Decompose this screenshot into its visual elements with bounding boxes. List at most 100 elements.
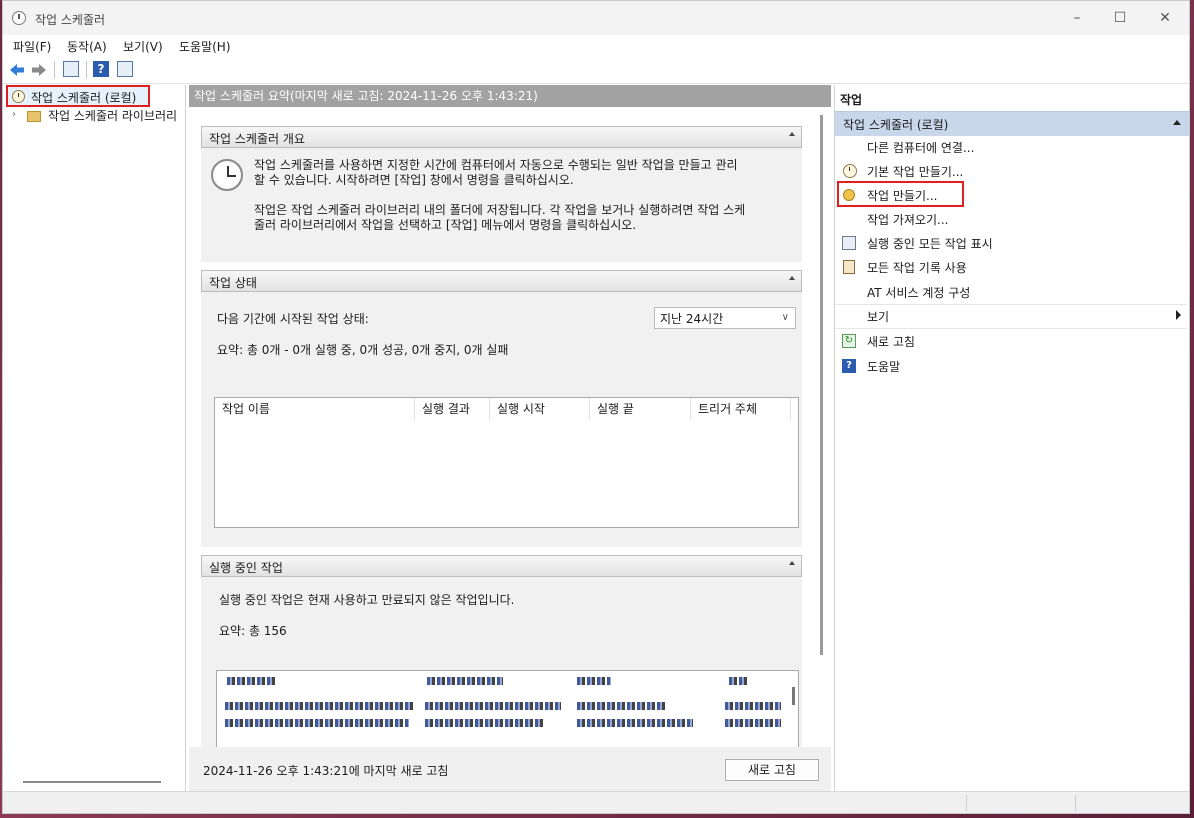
task-scheduler-clock-icon bbox=[12, 11, 26, 25]
period-dropdown-value: 지난 24시간 bbox=[660, 312, 724, 326]
blurred-cell bbox=[729, 677, 749, 685]
running-tasks-description: 실행 중인 작업은 현재 사용하고 만료되지 않은 작업입니다. bbox=[219, 593, 515, 607]
menu-view[interactable]: 보기(V) bbox=[123, 38, 163, 55]
blurred-cell bbox=[227, 677, 277, 685]
menu-file[interactable]: 파일(F) bbox=[13, 38, 51, 55]
blurred-cell bbox=[577, 719, 693, 727]
action-at-service-account[interactable]: AT 서비스 계정 구성 bbox=[835, 280, 1189, 304]
summary-body: 작업 스케줄러 개요 작업 스케줄러를 사용하면 지정한 시간에 컴퓨터에서 자… bbox=[189, 107, 813, 747]
refresh-icon: ↻ bbox=[842, 334, 856, 348]
blurred-cell bbox=[427, 677, 503, 685]
title-bar: 작업 스케줄러 – ☐ ✕ bbox=[3, 1, 1189, 35]
submenu-arrow-icon bbox=[1176, 310, 1181, 320]
action-create-basic-task[interactable]: 기본 작업 만들기... bbox=[835, 159, 1189, 183]
minimize-button[interactable]: – bbox=[1066, 7, 1088, 29]
summary-pane: 작업 스케줄러 요약(마지막 새로 고침: 2024-11-26 오후 1:43… bbox=[189, 85, 831, 791]
blurred-cell bbox=[577, 677, 611, 685]
status-bar-divider bbox=[966, 795, 967, 811]
chevron-down-icon: ∨ bbox=[781, 312, 789, 323]
collapse-icon[interactable] bbox=[789, 561, 795, 565]
running-tasks-icon bbox=[842, 236, 856, 250]
section-title: 실행 중인 작업 bbox=[209, 561, 283, 575]
scheduler-clock-icon bbox=[211, 159, 243, 191]
task-status-section: 작업 상태 다음 기간에 시작된 작업 상태: 지난 24시간 ∨ 요약: 총 … bbox=[201, 270, 802, 547]
section-title: 작업 상태 bbox=[209, 276, 257, 290]
horizontal-scrollbar[interactable] bbox=[23, 781, 161, 783]
column-header-result[interactable]: 실행 결과 bbox=[415, 398, 490, 420]
clock-icon bbox=[12, 90, 25, 103]
status-summary: 요약: 총 0개 - 0개 실행 중, 0개 성공, 0개 중지, 0개 실패 bbox=[217, 343, 509, 357]
column-header-task-name[interactable]: 작업 이름 bbox=[215, 398, 415, 420]
column-header-end[interactable]: 실행 끝 bbox=[590, 398, 691, 420]
task-status-table: 작업 이름 실행 결과 실행 시작 실행 끝 트리거 주체 bbox=[214, 397, 799, 528]
action-import-task[interactable]: 작업 가져오기... bbox=[835, 207, 1189, 231]
refresh-button[interactable]: 새로 고침 bbox=[725, 759, 819, 781]
action-refresh[interactable]: ↻ 새로 고침 bbox=[835, 329, 1189, 353]
back-arrow-icon[interactable] bbox=[8, 61, 26, 79]
running-tasks-section: 실행 중인 작업 실행 중인 작업은 현재 사용하고 만료되지 않은 작업입니다… bbox=[201, 555, 802, 747]
expand-chevron-icon[interactable]: › bbox=[12, 109, 16, 120]
period-dropdown[interactable]: 지난 24시간 ∨ bbox=[654, 307, 796, 329]
overview-paragraph-2: 작업은 작업 스케줄러 라이브러리 내의 폴더에 저장됩니다. 각 작업을 보거… bbox=[254, 203, 746, 232]
last-refresh-text: 2024-11-26 오후 1:43:21에 마지막 새로 고침 bbox=[203, 764, 449, 778]
help-icon[interactable]: ? bbox=[93, 61, 109, 77]
toolbar-separator bbox=[54, 61, 55, 79]
blurred-cell bbox=[225, 702, 413, 710]
tree-item-task-scheduler-local[interactable]: 작업 스케줄러 (로컬) bbox=[6, 85, 150, 107]
collapse-up-icon[interactable] bbox=[1173, 120, 1181, 125]
overview-section-header[interactable]: 작업 스케줄러 개요 bbox=[201, 126, 802, 148]
action-label: 작업 가져오기... bbox=[867, 213, 949, 227]
actions-group-label: 작업 스케줄러 (로컬) bbox=[843, 118, 949, 132]
highlight-box bbox=[837, 181, 964, 207]
column-header-start[interactable]: 실행 시작 bbox=[490, 398, 590, 420]
menu-action[interactable]: 동작(A) bbox=[67, 38, 107, 55]
show-hide-action-pane-icon[interactable] bbox=[117, 61, 133, 77]
table-scrollbar-thumb[interactable] bbox=[792, 687, 795, 705]
maximize-button[interactable]: ☐ bbox=[1109, 7, 1131, 29]
running-tasks-section-header[interactable]: 실행 중인 작업 bbox=[201, 555, 802, 577]
summary-header: 작업 스케줄러 요약(마지막 새로 고침: 2024-11-26 오후 1:43… bbox=[189, 85, 831, 107]
period-label: 다음 기간에 시작된 작업 상태: bbox=[217, 312, 369, 326]
history-icon bbox=[843, 260, 855, 274]
collapse-icon[interactable] bbox=[789, 276, 795, 280]
blurred-cell bbox=[425, 719, 545, 727]
action-label: 실행 중인 모든 작업 표시 bbox=[867, 237, 993, 251]
overview-section: 작업 스케줄러 개요 작업 스케줄러를 사용하면 지정한 시간에 컴퓨터에서 자… bbox=[201, 126, 802, 262]
action-label: AT 서비스 계정 구성 bbox=[867, 286, 971, 300]
action-connect-computer[interactable]: 다른 컴퓨터에 연결... bbox=[835, 135, 1189, 159]
action-show-running-tasks[interactable]: 실행 중인 모든 작업 표시 bbox=[835, 231, 1189, 255]
column-header-trigger[interactable]: 트리거 주체 bbox=[691, 398, 791, 420]
task-status-section-header[interactable]: 작업 상태 bbox=[201, 270, 802, 292]
blurred-cell bbox=[225, 719, 409, 727]
running-tasks-table bbox=[216, 670, 799, 747]
actions-title: 작업 bbox=[840, 93, 863, 107]
blurred-cell bbox=[725, 702, 781, 710]
overview-paragraph-1: 작업 스케줄러를 사용하면 지정한 시간에 컴퓨터에서 자동으로 수행되는 일반… bbox=[254, 158, 738, 187]
menu-help[interactable]: 도움말(H) bbox=[179, 38, 231, 55]
action-label: 새로 고침 bbox=[867, 335, 915, 349]
action-label: 보기 bbox=[867, 310, 890, 324]
forward-arrow-icon[interactable] bbox=[30, 61, 48, 79]
basic-task-icon bbox=[843, 164, 857, 178]
action-help[interactable]: ? 도움말 bbox=[835, 354, 1189, 378]
toolbar-separator bbox=[86, 61, 87, 79]
collapse-icon[interactable] bbox=[789, 132, 795, 136]
menu-bar: 파일(F) 동작(A) 보기(V) 도움말(H) bbox=[3, 35, 1189, 57]
close-button[interactable]: ✕ bbox=[1154, 7, 1176, 29]
blurred-cell bbox=[577, 702, 667, 710]
action-enable-history[interactable]: 모든 작업 기록 사용 bbox=[835, 255, 1189, 279]
section-title: 작업 스케줄러 개요 bbox=[209, 132, 305, 146]
actions-group-header[interactable]: 작업 스케줄러 (로컬) bbox=[835, 111, 1189, 136]
action-label: 도움말 bbox=[867, 360, 901, 374]
action-view[interactable]: 보기 bbox=[835, 304, 1189, 328]
toolbar: ? bbox=[3, 57, 1189, 84]
window-title: 작업 스케줄러 bbox=[35, 13, 106, 27]
tree-item-library[interactable]: 작업 스케줄러 라이브러리 bbox=[48, 107, 182, 124]
show-hide-console-tree-icon[interactable] bbox=[63, 61, 79, 77]
blurred-cell bbox=[725, 719, 781, 727]
action-label: 모든 작업 기록 사용 bbox=[867, 261, 967, 275]
status-bar-divider bbox=[1075, 795, 1076, 811]
help-icon: ? bbox=[842, 359, 856, 373]
vertical-scrollbar[interactable] bbox=[820, 115, 823, 655]
running-tasks-summary: 요약: 총 156 bbox=[219, 624, 287, 638]
